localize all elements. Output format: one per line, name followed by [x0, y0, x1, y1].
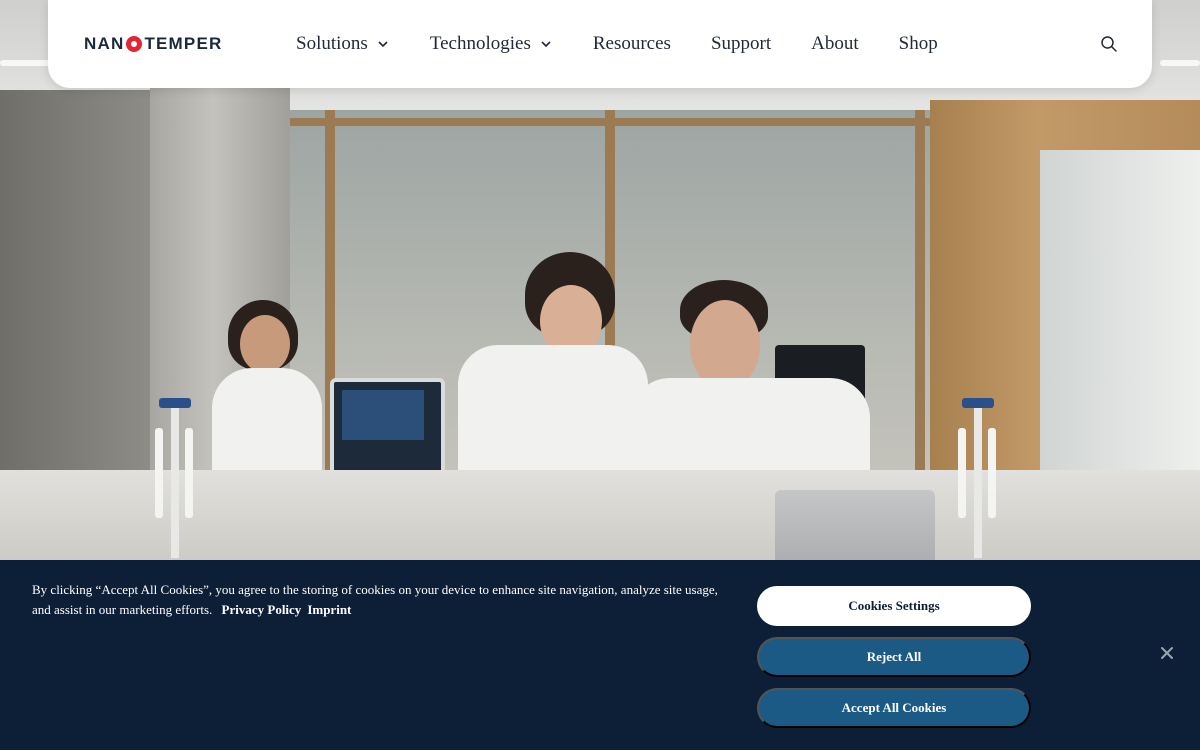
close-icon[interactable] — [1158, 644, 1176, 662]
nav-item-label: Technologies — [429, 33, 531, 54]
nav-item-solutions[interactable]: Solutions — [296, 30, 390, 58]
nav-item-label: Resources — [592, 33, 671, 54]
person-head — [240, 315, 290, 373]
privacy-policy-link[interactable]: Privacy Policy — [222, 602, 302, 617]
pipette-stand — [958, 398, 998, 558]
logo-wordmark: NAN TEMPER — [84, 34, 222, 54]
nav-item-technologies[interactable]: Technologies — [430, 30, 553, 58]
nav-item-support[interactable]: Support — [711, 30, 771, 58]
cookie-consent-banner: By clicking “Accept All Cookies”, you ag… — [0, 560, 1200, 750]
nav-menu: Solutions Technologies Resources Support… — [296, 30, 978, 58]
nav-item-label: Support — [710, 33, 772, 54]
accept-all-cookies-button[interactable]: Accept All Cookies — [757, 688, 1031, 728]
laptop — [775, 490, 935, 570]
cookies-settings-button[interactable]: Cookies Settings — [757, 586, 1031, 626]
imprint-link[interactable]: Imprint — [307, 602, 351, 617]
chevron-down-icon — [378, 41, 388, 48]
chevron-down-icon — [541, 41, 551, 48]
main-navigation: NAN TEMPER Solutions Technologies Resour… — [48, 0, 1152, 88]
pipette-stand — [155, 398, 195, 558]
nav-item-shop[interactable]: Shop — [899, 30, 938, 58]
ceiling-light — [1160, 60, 1200, 66]
instrument-screen — [342, 390, 424, 440]
window-frame — [915, 110, 925, 530]
cookie-message: By clicking “Accept All Cookies”, you ag… — [32, 582, 718, 617]
nav-item-resources[interactable]: Resources — [593, 30, 671, 58]
window-frame — [290, 118, 930, 126]
logo-red-o-icon — [126, 36, 143, 52]
logo-text-right: TEMPER — [144, 34, 223, 53]
nav-item-label: Solutions — [296, 33, 368, 54]
nanotemper-logo[interactable]: NAN TEMPER — [84, 34, 222, 54]
logo-text-left: NAN — [84, 34, 125, 53]
person-head — [690, 300, 760, 390]
cookie-message-paragraph: By clicking “Accept All Cookies”, you ag… — [32, 580, 732, 620]
nav-item-label: About — [811, 33, 859, 54]
nav-item-label: Shop — [898, 33, 938, 54]
reject-all-button[interactable]: Reject All — [757, 637, 1031, 677]
search-icon[interactable] — [1100, 35, 1118, 53]
nav-item-about[interactable]: About — [811, 30, 859, 58]
